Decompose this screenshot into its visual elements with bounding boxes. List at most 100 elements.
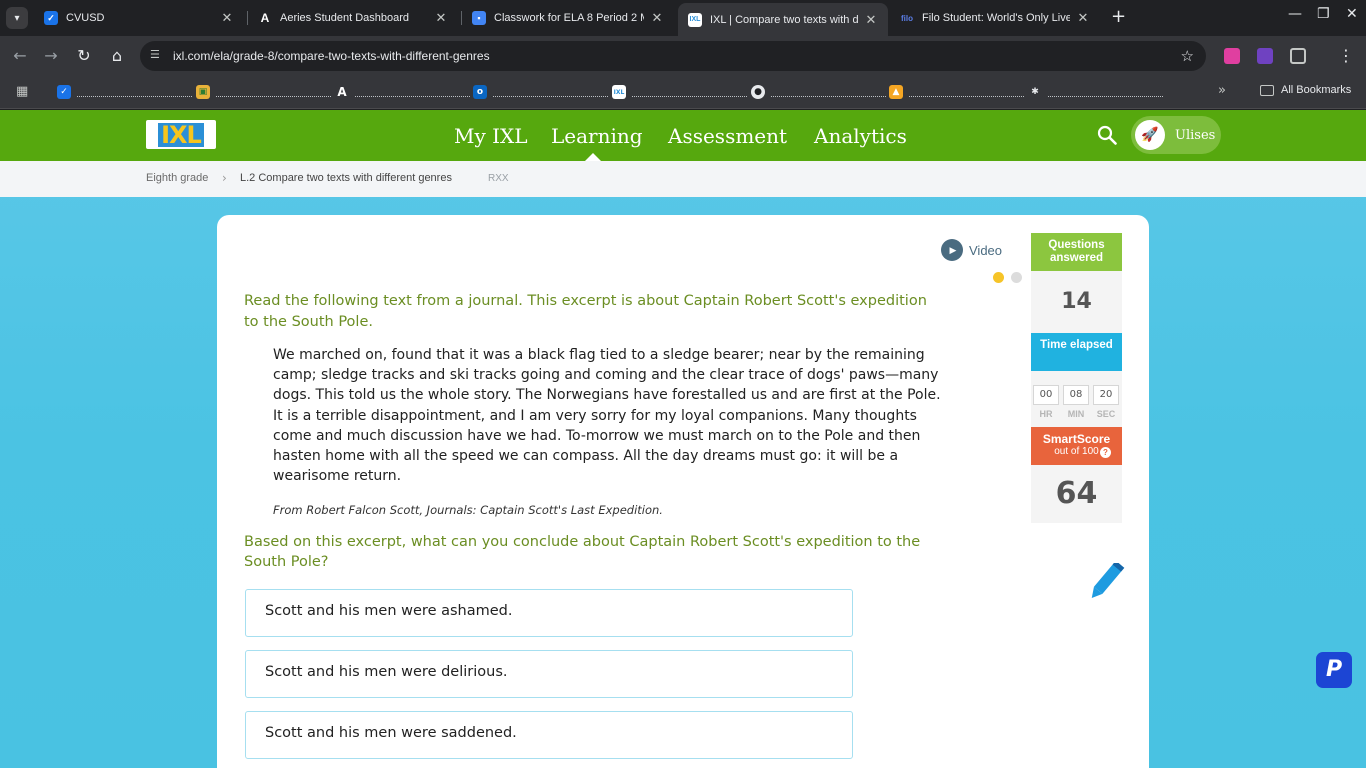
bookmark-star-icon[interactable]: ☆ xyxy=(1181,47,1194,65)
time-elapsed-label: Time elapsed xyxy=(1031,333,1122,371)
new-tab-plus-icon[interactable]: + xyxy=(1111,8,1126,26)
browser-tabstrip: ▾ ✓ CVUSD ✕ A Aeries Student Dashboard ✕… xyxy=(0,0,1366,36)
close-icon[interactable]: ✕ xyxy=(220,10,234,26)
ixl-header: IXL My IXL Learning Assessment Analytics… xyxy=(0,110,1366,161)
timer-hours: 00 xyxy=(1033,385,1059,405)
misc-bookmark-icon: ✱ xyxy=(1028,85,1042,99)
user-name: Ulises xyxy=(1175,127,1216,143)
bookmark-item[interactable]: ▣ xyxy=(196,83,331,101)
minimize-icon[interactable]: — xyxy=(1288,6,1302,22)
tab-classroom[interactable]: ▪ Classwork for ELA 8 Period 2 M ✕ xyxy=(462,4,674,32)
kebab-menu-icon[interactable]: ⋮ xyxy=(1335,45,1357,67)
bookmark-item[interactable]: o xyxy=(473,83,608,101)
forward-arrow-icon[interactable]: → xyxy=(40,45,62,67)
cvusd-favicon-icon: ✓ xyxy=(44,11,58,25)
ixl-logo[interactable]: IXL xyxy=(146,120,216,149)
logo-text: IXL xyxy=(158,122,204,147)
progress-dot-active xyxy=(993,272,1004,283)
site-info-icon[interactable]: ☰ xyxy=(150,48,164,62)
url-text[interactable]: ixl.com/ela/grade-8/compare-two-texts-wi… xyxy=(173,49,490,63)
tab-aeries[interactable]: A Aeries Student Dashboard ✕ xyxy=(248,4,458,32)
all-bookmarks-button[interactable]: All Bookmarks xyxy=(1260,84,1351,96)
apps-grid-icon[interactable]: ▦ xyxy=(16,84,28,99)
extension-puzzle-purple-icon[interactable] xyxy=(1257,48,1273,64)
question-prompt: Read the following text from a journal. … xyxy=(244,293,927,330)
all-bookmarks-label: All Bookmarks xyxy=(1281,84,1352,96)
bookmark-item[interactable]: A xyxy=(335,83,470,101)
pencil-icon[interactable] xyxy=(1084,563,1126,603)
progress-dot xyxy=(1011,272,1022,283)
answer-choice-2[interactable]: Scott and his men were delirious. xyxy=(245,650,853,698)
answer-choice-3[interactable]: Scott and his men were saddened. xyxy=(245,711,853,759)
close-icon[interactable]: ✕ xyxy=(650,10,664,26)
bookmark-item[interactable]: ✓ xyxy=(57,83,192,101)
questions-answered-value: 14 xyxy=(1031,271,1122,333)
bookmark-item[interactable]: ✱ xyxy=(1028,83,1163,101)
chevron-right-icon: › xyxy=(222,171,227,185)
breadcrumb-grade-link[interactable]: Eighth grade xyxy=(146,172,208,184)
outlook-bookmark-icon: o xyxy=(473,85,487,99)
photo-bookmark-icon: ▲ xyxy=(889,85,903,99)
maximize-icon[interactable]: ❐ xyxy=(1317,6,1330,22)
timer-hr-label: HR xyxy=(1039,409,1053,419)
user-menu-button[interactable]: 🚀 Ulises xyxy=(1131,116,1221,154)
chevron-double-right-icon[interactable]: » xyxy=(1218,83,1226,98)
tab-title: Aeries Student Dashboard xyxy=(280,12,410,24)
timer-sec-label: SEC xyxy=(1096,409,1116,419)
ixl-bookmark-icon: IXL xyxy=(612,85,626,99)
back-arrow-icon[interactable]: ← xyxy=(9,45,31,67)
question-text: Based on this excerpt, what can you conc… xyxy=(244,534,921,570)
aeries-favicon-icon: A xyxy=(258,11,272,25)
gallery-bookmark-icon: ▣ xyxy=(196,85,210,99)
nav-analytics[interactable]: Analytics xyxy=(814,124,907,148)
extensions-puzzle-icon[interactable] xyxy=(1290,48,1306,64)
bookmark-item[interactable]: ● xyxy=(751,83,886,101)
tab-title: Classwork for ELA 8 Period 2 M xyxy=(494,12,644,24)
home-icon[interactable]: ⌂ xyxy=(106,45,128,67)
video-button[interactable]: ▶ Video xyxy=(941,239,1002,261)
journal-passage: We marched on, found that it was a black… xyxy=(273,347,941,485)
breadcrumb: Eighth grade › L.2 Compare two texts wit… xyxy=(0,161,1366,197)
answer-choice-1[interactable]: Scott and his men were ashamed. xyxy=(245,589,853,637)
reload-icon[interactable]: ↻ xyxy=(73,45,95,67)
close-icon[interactable]: ✕ xyxy=(1076,10,1090,26)
help-question-icon[interactable]: ? xyxy=(1100,447,1111,458)
game-bookmark-icon: ● xyxy=(751,85,765,99)
folder-icon xyxy=(1260,84,1274,96)
tab-title: Filo Student: World's Only Live I xyxy=(922,12,1070,24)
rocket-avatar-icon: 🚀 xyxy=(1135,120,1165,150)
close-icon[interactable]: ✕ xyxy=(864,12,878,28)
floating-p-button[interactable]: P xyxy=(1316,652,1352,688)
nav-my-ixl[interactable]: My IXL xyxy=(454,124,528,148)
smartscore-label: SmartScore xyxy=(1042,432,1111,446)
close-icon[interactable]: ✕ xyxy=(434,10,448,26)
stats-sidebar: Questions answered 14 Time elapsed 00 08… xyxy=(1031,233,1122,523)
search-icon[interactable] xyxy=(1097,125,1117,145)
questions-answered-label: Questions answered xyxy=(1031,233,1122,271)
timer-min-label: MIN xyxy=(1067,409,1085,419)
browser-toolbar: ← → ↻ ⌂ ☰ ixl.com/ela/grade-8/compare-tw… xyxy=(0,36,1366,76)
time-elapsed-timer: 00 08 20 HR MIN SEC xyxy=(1031,371,1122,427)
window-close-icon[interactable]: ✕ xyxy=(1346,6,1358,22)
address-bar[interactable]: ☰ ixl.com/ela/grade-8/compare-two-texts-… xyxy=(140,41,1206,71)
smartscore-value: 64 xyxy=(1031,465,1122,523)
skill-code: RXX xyxy=(488,173,509,184)
cvusd-bookmark-icon: ✓ xyxy=(57,85,71,99)
breadcrumb-skill: L.2 Compare two texts with different gen… xyxy=(240,172,452,184)
bookmarks-bar: ▦ ✓ ▣ A o IXL ● ▲ ✱ » All Bookmarks xyxy=(0,76,1366,109)
active-nav-caret xyxy=(585,153,601,161)
ixl-page: IXL My IXL Learning Assessment Analytics… xyxy=(0,110,1366,768)
nav-learning[interactable]: Learning xyxy=(551,124,643,148)
passage-citation: From Robert Falcon Scott, Journals: Capt… xyxy=(273,503,663,517)
aeries-bookmark-icon: A xyxy=(335,85,349,99)
bookmark-item[interactable]: ▲ xyxy=(889,83,1024,101)
extension-icon[interactable] xyxy=(1224,48,1240,64)
tab-filo[interactable]: filo Filo Student: World's Only Live I ✕ xyxy=(890,4,1100,32)
video-label: Video xyxy=(969,242,1003,258)
nav-assessment[interactable]: Assessment xyxy=(668,124,787,148)
tab-ixl[interactable]: IXL IXL | Compare two texts with di ✕ xyxy=(678,3,888,36)
bookmark-item[interactable]: IXL xyxy=(612,83,747,101)
timer-minutes: 08 xyxy=(1063,385,1089,405)
tab-cvusd[interactable]: ✓ CVUSD ✕ xyxy=(34,4,244,32)
tab-search-icon[interactable]: ▾ xyxy=(6,7,28,29)
